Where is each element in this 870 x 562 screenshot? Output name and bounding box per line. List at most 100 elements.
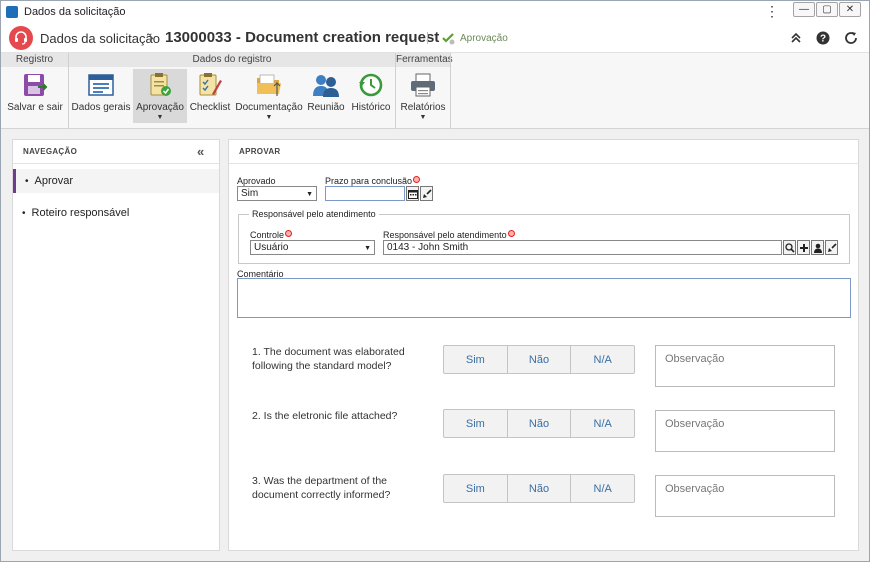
application-window: Dados da solicitação ⋮ — ▢ ✕ Dados da so… — [0, 0, 870, 562]
headset-logo-icon — [9, 26, 33, 50]
approved-label: Aprovado — [237, 176, 276, 186]
reports-button[interactable]: Relatórios ▼ — [399, 69, 447, 123]
reports-label: Relatórios — [400, 102, 446, 113]
general-data-label: Dados gerais — [71, 102, 131, 113]
responsible-label: Responsável pelo atendimento — [383, 230, 507, 240]
documentation-button[interactable]: Documentação ▼ — [235, 69, 303, 123]
option-sim-button[interactable]: Sim — [444, 410, 508, 437]
history-button[interactable]: Histórico — [351, 69, 391, 123]
breadcrumb-app[interactable]: Dados da solicitação — [40, 31, 160, 46]
page-header: Dados da solicitação › 13000033 - Docume… — [1, 23, 869, 53]
responsible-fieldset: Responsável pelo atendimento Controle Us… — [238, 209, 850, 264]
deadline-label-wrap: Prazo para conclusão — [325, 176, 421, 186]
question-1-options: Sim Não N/A — [443, 345, 635, 374]
comment-textarea[interactable] — [237, 278, 851, 318]
app-icon — [6, 6, 18, 18]
control-label: Controle — [250, 230, 285, 240]
approved-select-value: Sim — [241, 188, 259, 199]
chevron-down-icon: ▼ — [419, 114, 427, 121]
more-menu-icon[interactable]: ⋮ — [765, 4, 779, 20]
form-window-icon — [87, 71, 115, 99]
option-na-button[interactable]: N/A — [571, 346, 634, 373]
approval-check-icon — [441, 31, 455, 48]
section-header: APROVAR — [229, 140, 858, 164]
required-icon — [507, 230, 515, 237]
deadline-input[interactable] — [325, 186, 405, 201]
ribbon-toolbar: Registro Dados do registro Ferramentas S… — [1, 53, 869, 129]
control-select-value: Usuário — [254, 242, 289, 253]
save-and-exit-label: Salvar e sair — [7, 102, 63, 113]
help-icon[interactable]: ? — [816, 31, 830, 45]
option-sim-button[interactable]: Sim — [444, 346, 508, 373]
nav-item-label: Aprovar — [34, 175, 74, 187]
question-1-text: 1. The document was elaborated following… — [252, 346, 405, 372]
history-label: Histórico — [351, 102, 391, 113]
meeting-label: Reunião — [307, 102, 345, 113]
responsible-input[interactable]: 0143 - John Smith — [383, 240, 782, 255]
approval-button[interactable]: Aprovação ▼ — [133, 69, 187, 123]
folder-document-icon — [255, 71, 283, 99]
section-title: APROVAR — [239, 147, 281, 156]
minimize-button[interactable]: — — [793, 2, 815, 17]
ribbon-divider — [450, 53, 451, 129]
maximize-button[interactable]: ▢ — [816, 2, 838, 17]
option-na-button[interactable]: N/A — [571, 475, 634, 502]
clear-brush-icon[interactable] — [420, 186, 433, 201]
add-icon[interactable] — [797, 240, 810, 255]
chevron-down-icon: ▼ — [364, 245, 371, 252]
question-2-text: 2. Is the eletronic file attached? — [252, 410, 398, 422]
clear-brush-icon[interactable] — [825, 240, 838, 255]
meeting-button[interactable]: Reunião — [306, 69, 346, 123]
question-2-options: Sim Não N/A — [443, 409, 635, 438]
question-1-observation-input[interactable]: Observação — [655, 345, 835, 387]
documentation-label: Documentação — [235, 102, 303, 113]
history-clock-icon — [357, 71, 385, 99]
checklist-label: Checklist — [189, 102, 231, 113]
ribbon-group-registro: Registro — [1, 53, 68, 67]
control-select[interactable]: Usuário ▼ — [250, 240, 375, 255]
chevron-down-icon: ▼ — [265, 114, 273, 121]
required-icon — [285, 230, 293, 237]
nav-item-label: Roteiro responsável — [31, 207, 130, 219]
responsible-legend: Responsável pelo atendimento — [249, 209, 379, 219]
divider — [427, 32, 428, 44]
search-icon[interactable] — [783, 240, 796, 255]
breadcrumb-separator-icon: › — [149, 29, 154, 45]
approved-select[interactable]: Sim ▼ — [237, 186, 317, 201]
question-3-observation-input[interactable]: Observação — [655, 475, 835, 517]
navigation-panel: NAVEGAÇÃO « • Aprovar • Roteiro responsá… — [12, 139, 220, 551]
option-nao-button[interactable]: Não — [508, 346, 572, 373]
approval-clipboard-icon — [146, 71, 174, 99]
general-data-button[interactable]: Dados gerais — [72, 69, 130, 123]
refresh-icon[interactable] — [844, 31, 858, 45]
printer-icon — [409, 71, 437, 99]
option-nao-button[interactable]: Não — [508, 475, 572, 502]
nav-item-aprovar[interactable]: • Aprovar — [13, 169, 219, 193]
checklist-button[interactable]: Checklist — [189, 69, 231, 123]
collapse-panel-icon[interactable]: « — [197, 144, 204, 159]
navigation-title: NAVEGAÇÃO — [23, 147, 78, 156]
navigation-header: NAVEGAÇÃO « — [13, 140, 219, 164]
option-sim-button[interactable]: Sim — [444, 475, 508, 502]
ribbon-group-ferramentas: Ferramentas — [396, 53, 453, 67]
people-icon — [312, 71, 340, 99]
approve-form-panel: APROVAR Aprovado Sim ▼ Prazo para conclu… — [228, 139, 859, 551]
bullet-icon: • — [22, 207, 26, 219]
save-and-exit-button[interactable]: Salvar e sair — [5, 69, 65, 123]
option-na-button[interactable]: N/A — [571, 410, 634, 437]
approval-label: Aprovação — [136, 102, 184, 113]
required-icon — [413, 176, 421, 183]
nav-item-roteiro-responsavel[interactable]: • Roteiro responsável — [13, 201, 219, 225]
calendar-icon[interactable] — [406, 186, 419, 201]
bullet-icon: • — [25, 175, 29, 187]
close-button[interactable]: ✕ — [839, 2, 861, 17]
chevron-down-icon: ▼ — [306, 191, 313, 198]
window-title: Dados da solicitação — [24, 6, 126, 18]
control-label-wrap: Controle — [250, 230, 293, 240]
option-nao-button[interactable]: Não — [508, 410, 572, 437]
question-3-options: Sim Não N/A — [443, 474, 635, 503]
user-icon[interactable] — [811, 240, 824, 255]
collapse-up-icon[interactable] — [789, 31, 803, 45]
question-2-observation-input[interactable]: Observação — [655, 410, 835, 452]
responsible-label-wrap: Responsável pelo atendimento — [383, 230, 515, 240]
